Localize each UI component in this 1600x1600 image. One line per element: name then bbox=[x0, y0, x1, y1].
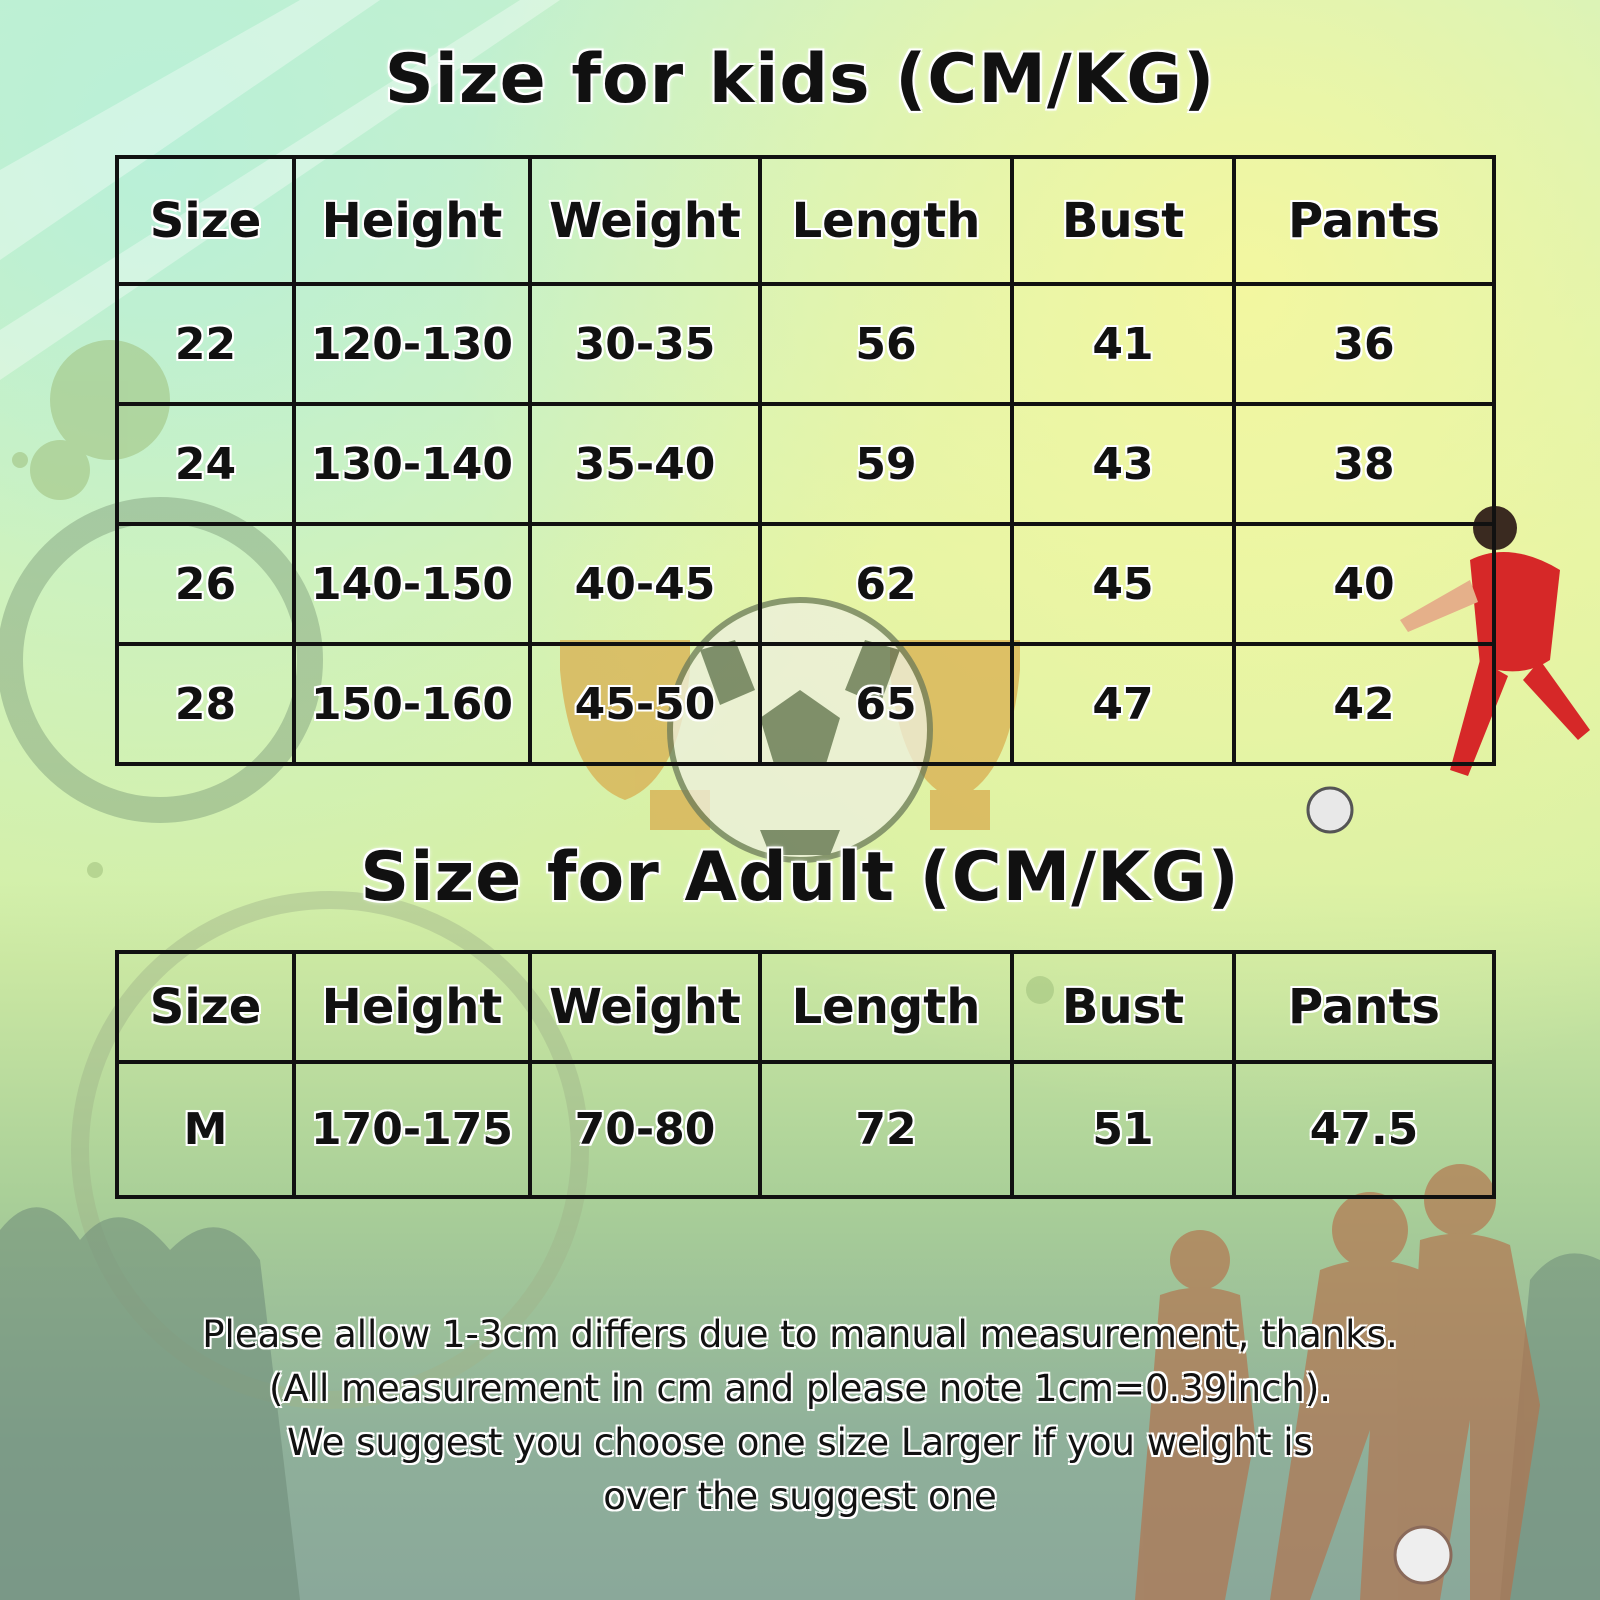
cell-weight: 40-45 bbox=[528, 522, 762, 646]
column-header-weight: Weight bbox=[528, 155, 762, 286]
kids-size-table: Size Height Weight Length Bust Pants 22 … bbox=[115, 155, 1496, 766]
cell-weight: 30-35 bbox=[528, 282, 762, 406]
column-header-height: Height bbox=[292, 155, 532, 286]
cell-weight: 70-80 bbox=[528, 1060, 762, 1199]
column-header-bust: Bust bbox=[1010, 155, 1236, 286]
note-line: (All measurement in cm and please note 1… bbox=[268, 1367, 1332, 1410]
measurement-note: Please allow 1-3cm differs due to manual… bbox=[0, 1308, 1600, 1524]
cell-weight: 45-50 bbox=[528, 642, 762, 766]
kids-size-title: Size for kids (CM/KG) bbox=[384, 40, 1216, 119]
cell-size: 22 bbox=[115, 282, 296, 406]
cell-length: 56 bbox=[758, 282, 1014, 406]
cell-size: 26 bbox=[115, 522, 296, 646]
cell-height: 170-175 bbox=[292, 1060, 532, 1199]
cell-pants: 42 bbox=[1232, 642, 1496, 766]
column-header-pants: Pants bbox=[1232, 950, 1496, 1064]
table-header-row: Size Height Weight Length Bust Pants bbox=[115, 155, 1496, 286]
cell-bust: 45 bbox=[1010, 522, 1236, 646]
cell-height: 150-160 bbox=[292, 642, 532, 766]
table-row: M 170-175 70-80 72 51 47.5 bbox=[115, 1060, 1496, 1199]
column-header-size: Size bbox=[115, 155, 296, 286]
cell-length: 72 bbox=[758, 1060, 1014, 1199]
cell-bust: 47 bbox=[1010, 642, 1236, 766]
cell-weight: 35-40 bbox=[528, 402, 762, 526]
cell-bust: 51 bbox=[1010, 1060, 1236, 1199]
adult-size-table: Size Height Weight Length Bust Pants M 1… bbox=[115, 950, 1496, 1199]
table-row: 22 120-130 30-35 56 41 36 bbox=[115, 282, 1496, 406]
table-header-row: Size Height Weight Length Bust Pants bbox=[115, 950, 1496, 1064]
cell-bust: 43 bbox=[1010, 402, 1236, 526]
cell-size: 28 bbox=[115, 642, 296, 766]
cell-height: 140-150 bbox=[292, 522, 532, 646]
column-header-length: Length bbox=[758, 950, 1014, 1064]
cell-height: 120-130 bbox=[292, 282, 532, 406]
column-header-weight: Weight bbox=[528, 950, 762, 1064]
note-line: Please allow 1-3cm differs due to manual… bbox=[202, 1313, 1398, 1356]
cell-pants: 38 bbox=[1232, 402, 1496, 526]
cell-length: 59 bbox=[758, 402, 1014, 526]
column-header-height: Height bbox=[292, 950, 532, 1064]
note-line: We suggest you choose one size Larger if… bbox=[287, 1421, 1313, 1464]
cell-bust: 41 bbox=[1010, 282, 1236, 406]
table-row: 24 130-140 35-40 59 43 38 bbox=[115, 402, 1496, 526]
cell-pants: 36 bbox=[1232, 282, 1496, 406]
column-header-length: Length bbox=[758, 155, 1014, 286]
cell-size: 24 bbox=[115, 402, 296, 526]
cell-length: 65 bbox=[758, 642, 1014, 766]
cell-pants: 40 bbox=[1232, 522, 1496, 646]
note-line: over the suggest one bbox=[603, 1475, 997, 1518]
cell-length: 62 bbox=[758, 522, 1014, 646]
cell-size: M bbox=[115, 1060, 296, 1199]
column-header-pants: Pants bbox=[1232, 155, 1496, 286]
cell-height: 130-140 bbox=[292, 402, 532, 526]
column-header-size: Size bbox=[115, 950, 296, 1064]
table-row: 26 140-150 40-45 62 45 40 bbox=[115, 522, 1496, 646]
table-row: 28 150-160 45-50 65 47 42 bbox=[115, 642, 1496, 766]
cell-pants: 47.5 bbox=[1232, 1060, 1496, 1199]
adult-size-title: Size for Adult (CM/KG) bbox=[360, 838, 1240, 917]
column-header-bust: Bust bbox=[1010, 950, 1236, 1064]
